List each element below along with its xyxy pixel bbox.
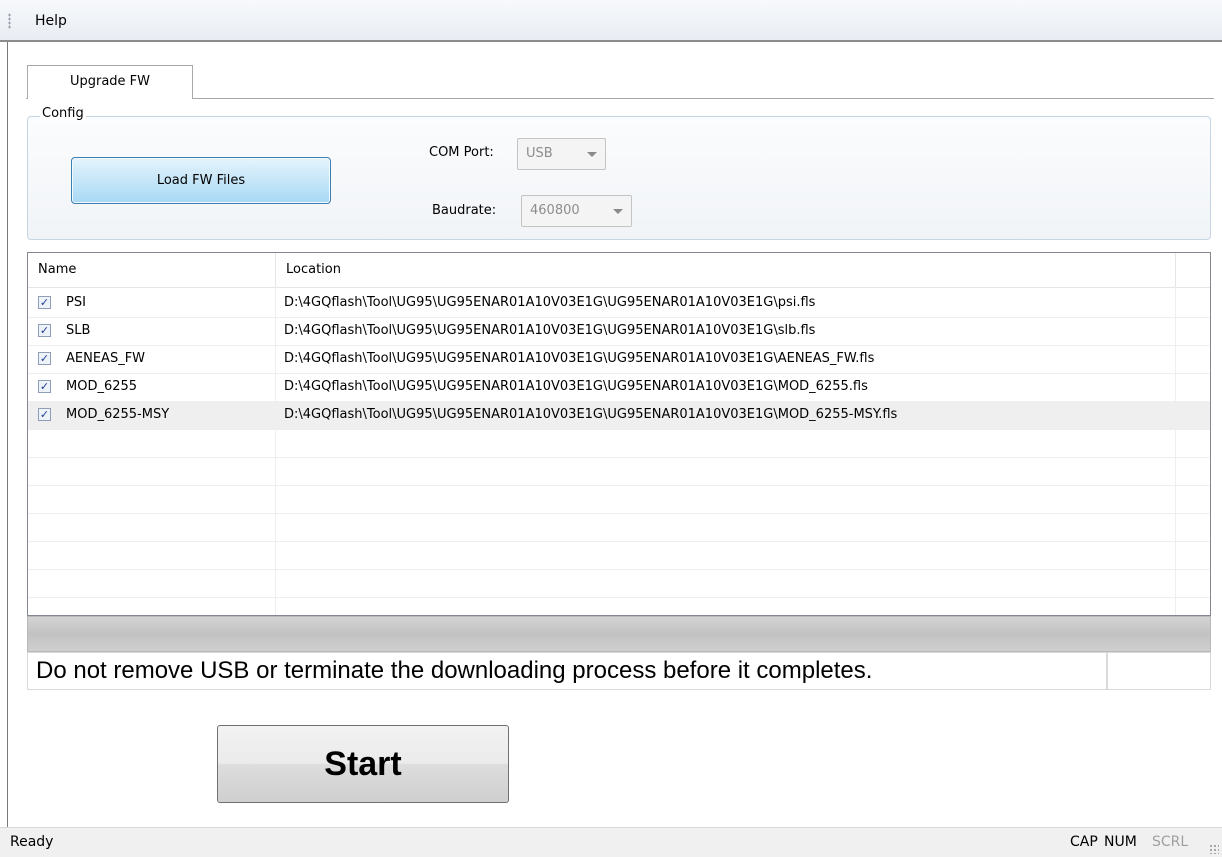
status-text: Ready	[10, 834, 54, 850]
baudrate-value: 460800	[530, 203, 580, 218]
row-name: MOD_6255	[66, 379, 138, 394]
row-checkbox[interactable]: ✓	[38, 380, 51, 393]
menu-help[interactable]: Help	[35, 13, 67, 29]
row-name: PSI	[66, 295, 86, 310]
row-name: MOD_6255-MSY	[66, 407, 170, 422]
chevron-down-icon	[587, 152, 597, 157]
fw-file-list[interactable]: Name Location ✓ PSI D:\4GQflash\Tool\UG95\…	[27, 252, 1211, 616]
num-indicator: NUM	[1104, 834, 1137, 850]
com-port-label: COM Port:	[429, 145, 494, 160]
grid-line	[28, 597, 1210, 598]
scrl-indicator: SCRL	[1152, 834, 1189, 850]
chevron-down-icon	[613, 209, 623, 214]
row-checkbox[interactable]: ✓	[38, 408, 51, 421]
com-port-select[interactable]: USB	[517, 138, 606, 170]
table-row[interactable]: ✓ MOD_6255 D:\4GQflash\Tool\UG95\UG95ENAR0…	[28, 373, 1210, 401]
cap-indicator: CAP	[1070, 834, 1098, 850]
download-progress-bar	[27, 616, 1211, 652]
tab-upgrade-fw[interactable]: Upgrade FW	[27, 65, 193, 99]
row-location: D:\4GQflash\Tool\UG95\UG95ENAR01A10V03E1…	[284, 407, 898, 422]
list-header: Name Location	[28, 253, 1210, 288]
resize-grip-icon[interactable]	[1209, 844, 1219, 854]
start-button[interactable]: Start	[217, 725, 509, 803]
load-fw-files-button[interactable]: Load FW Files	[71, 157, 331, 204]
grid-line	[28, 541, 1210, 542]
row-checkbox[interactable]: ✓	[38, 296, 51, 309]
grid-line	[28, 457, 1210, 458]
row-location: D:\4GQflash\Tool\UG95\UG95ENAR01A10V03E1…	[284, 351, 875, 366]
table-row[interactable]: ✓ PSI D:\4GQflash\Tool\UG95\UG95ENAR01A10V…	[28, 289, 1210, 317]
row-checkbox[interactable]: ✓	[38, 324, 51, 337]
grid-line	[28, 569, 1210, 570]
status-bar: Ready CAP NUM SCRL	[0, 827, 1222, 857]
grid-line	[28, 317, 1210, 318]
toolbar-grip-icon[interactable]	[8, 13, 11, 29]
grid-line	[28, 513, 1210, 514]
table-row[interactable]: ✓ SLB D:\4GQflash\Tool\UG95\UG95ENAR01A10V…	[28, 317, 1210, 345]
row-checkbox[interactable]: ✓	[38, 352, 51, 365]
grid-line	[28, 401, 1210, 402]
column-header-location[interactable]: Location	[276, 253, 1176, 287]
com-port-value: USB	[526, 146, 553, 161]
column-header-name[interactable]: Name	[28, 253, 276, 287]
warning-message: Do not remove USB or terminate the downl…	[27, 652, 1107, 690]
row-location: D:\4GQflash\Tool\UG95\UG95ENAR01A10V03E1…	[284, 323, 816, 338]
grid-line	[28, 485, 1210, 486]
row-name: AENEAS_FW	[66, 351, 146, 366]
row-location: D:\4GQflash\Tool\UG95\UG95ENAR01A10V03E1…	[284, 379, 868, 394]
menu-bar: Help	[0, 0, 1222, 42]
message-side-panel	[1107, 652, 1211, 690]
table-row[interactable]: ✓ AENEAS_FW D:\4GQflash\Tool\UG95\UG95ENAR…	[28, 345, 1210, 373]
grid-line	[28, 373, 1210, 374]
grid-line	[28, 429, 1210, 430]
table-row[interactable]: ✓ MOD_6255-MSY D:\4GQflash\Tool\UG95\UG95E…	[28, 401, 1210, 429]
config-group-title: Config	[40, 106, 86, 121]
grid-line	[28, 345, 1210, 346]
row-name: SLB	[66, 323, 91, 338]
baudrate-select[interactable]: 460800	[521, 195, 632, 227]
row-location: D:\4GQflash\Tool\UG95\UG95ENAR01A10V03E1…	[284, 295, 816, 310]
baudrate-label: Baudrate:	[432, 203, 497, 218]
